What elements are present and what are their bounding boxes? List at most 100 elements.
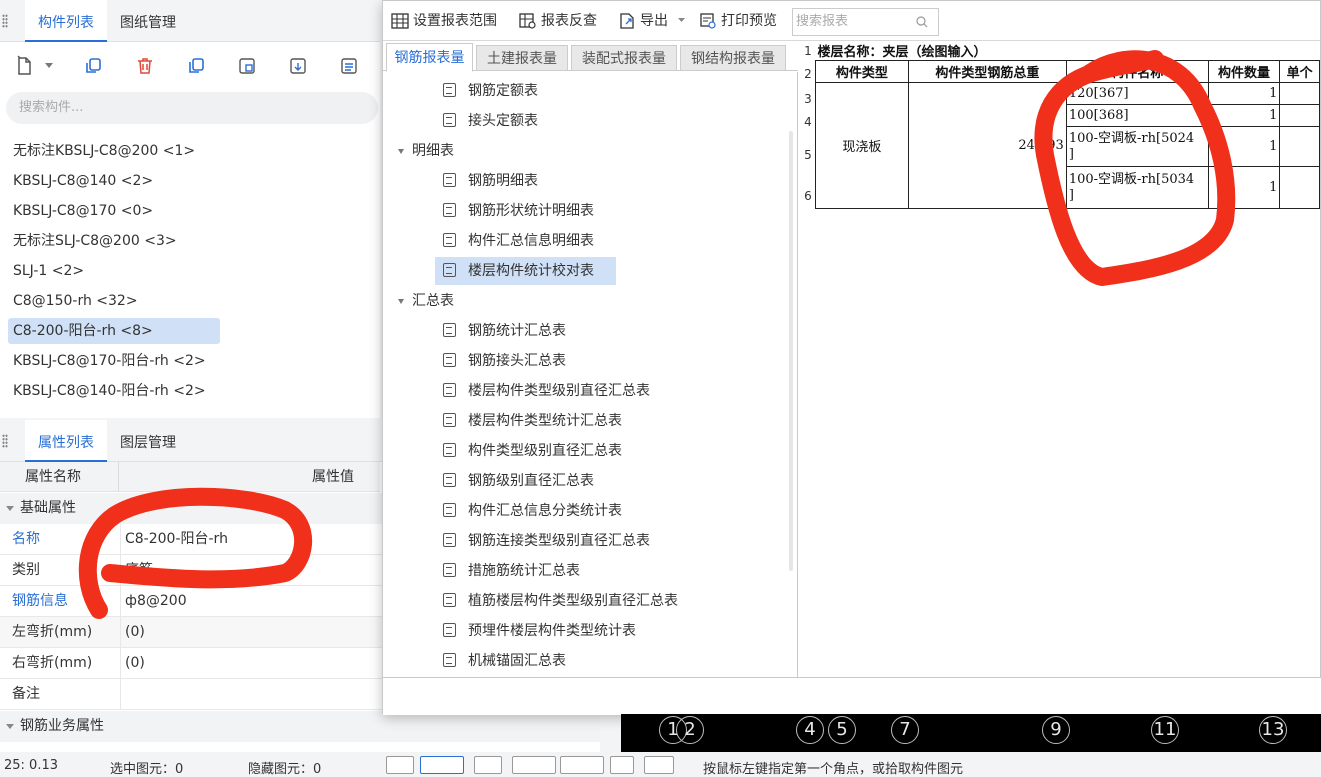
tree-item[interactable]: 预埋件楼层构件类型统计表 — [435, 617, 658, 645]
axis-label: 5 — [828, 716, 856, 744]
tree-item[interactable]: 接头定额表 — [435, 107, 560, 135]
tree-item-label: 汇总表 — [412, 293, 454, 309]
property-key: 备注 — [12, 686, 40, 702]
new-component-icon[interactable] — [8, 52, 40, 80]
report-toolbar: 设置报表范围 报表反查 导出 打印预览 搜索报表 — [383, 1, 1320, 41]
status-hint: 按鼠标左键指定第一个角点，或拾取构件图元 — [703, 762, 964, 777]
tree-item-label: 钢筋统计汇总表 — [468, 323, 566, 339]
tree-group[interactable]: 明细表 — [398, 137, 454, 165]
properties-icon[interactable] — [333, 52, 365, 80]
tree-item[interactable]: 措施筋统计汇总表 — [435, 557, 602, 585]
cross-select-button[interactable] — [474, 756, 502, 774]
group-business-properties[interactable]: 钢筋业务属性 — [0, 711, 600, 742]
tab-civil-report[interactable]: 土建报表量 — [476, 45, 568, 71]
count-cell: 1 — [1207, 104, 1281, 127]
row-number: 1 — [804, 44, 812, 58]
table-range-icon — [391, 13, 409, 29]
dialog-footer — [383, 677, 1321, 715]
tree-item[interactable]: 钢筋统计汇总表 — [435, 317, 588, 345]
component-item[interactable]: C8@150-rh <32> — [8, 288, 143, 314]
tree-item[interactable]: 钢筋级别直径汇总表 — [435, 467, 616, 495]
table-search-icon — [519, 13, 536, 29]
tree-scrollbar[interactable] — [789, 131, 793, 571]
report-doc-icon — [443, 473, 456, 487]
tab-rebar-report[interactable]: 钢筋报表量 — [386, 43, 473, 72]
tab-component-list[interactable]: 构件列表 — [25, 0, 107, 42]
tree-item[interactable]: 楼层构件类型级别直径汇总表 — [435, 377, 672, 405]
drag-grip-icon[interactable] — [2, 434, 8, 448]
set-report-range-button[interactable]: 设置报表范围 — [391, 10, 497, 32]
drawing-canvas[interactable] — [621, 714, 1321, 752]
delete-icon[interactable] — [129, 52, 161, 80]
tab-steel-report[interactable]: 钢结构报表量 — [680, 45, 786, 71]
tree-item[interactable]: 构件汇总信息明细表 — [435, 227, 616, 255]
tab-layer-management[interactable]: 图层管理 — [120, 420, 176, 462]
component-search-input[interactable]: 搜索构件... — [6, 92, 378, 124]
component-item-selected[interactable]: C8-200-阳台-rh <8> — [8, 318, 220, 344]
print-preview-button[interactable]: 打印预览 — [699, 10, 777, 32]
tree-item[interactable]: 构件汇总信息分类统计表 — [435, 497, 644, 525]
tree-item[interactable]: 钢筋定额表 — [435, 77, 560, 105]
tree-item-selected[interactable]: 楼层构件统计校对表 — [435, 257, 616, 285]
property-value-header: 属性值 — [312, 469, 354, 485]
reverse-check-button[interactable]: 报表反查 — [519, 10, 597, 32]
tree-item[interactable]: 钢筋连接类型级别直径汇总表 — [435, 527, 672, 555]
chevron-down-icon[interactable] — [398, 148, 404, 154]
tree-group[interactable]: 汇总表 — [398, 287, 454, 315]
dynamic-input-button[interactable] — [644, 756, 674, 774]
tree-item[interactable]: 植筋楼层构件类型级别直径汇总表 — [435, 587, 700, 615]
component-item[interactable]: KBSLJ-C8@170-阳台-rh <2> — [8, 348, 211, 374]
component-item[interactable]: KBSLJ-C8@170 <0> — [8, 198, 158, 224]
tab-property-list[interactable]: 属性列表 — [25, 420, 107, 462]
tab-prefab-report[interactable]: 装配式报表量 — [571, 45, 677, 71]
drag-grip-icon[interactable] — [2, 14, 8, 28]
print-preview-icon — [700, 13, 716, 29]
tree-item[interactable]: 钢筋形状统计明细表 — [435, 197, 616, 225]
tree-item[interactable]: 钢筋接头汇总表 — [435, 347, 588, 375]
header-cell: 构件类型 — [815, 60, 909, 83]
row-number: 6 — [804, 189, 812, 203]
import-component-icon[interactable] — [282, 52, 314, 80]
empty-cell — [1279, 104, 1320, 127]
report-doc-icon — [443, 593, 456, 607]
duplicate-icon[interactable] — [180, 52, 212, 80]
axis-label: 2 — [676, 716, 704, 744]
report-doc-icon — [443, 83, 456, 97]
property-key: 右弯折(mm) — [12, 655, 93, 671]
axis-label: 13 — [1259, 716, 1287, 744]
tree-item[interactable]: 钢筋明细表 — [435, 167, 560, 195]
reverse-check-label: 报表反查 — [541, 13, 597, 29]
snap-button[interactable] — [512, 756, 556, 774]
property-key: 名称 — [12, 531, 40, 547]
ortho-toggle-button[interactable] — [386, 756, 414, 774]
copy-to-floor-icon[interactable] — [231, 52, 263, 80]
layer-button[interactable] — [610, 756, 634, 774]
component-item[interactable]: 无标注SLJ-C8@200 <3> — [8, 228, 182, 254]
component-panel: 构件列表 图纸管理 搜索构件... 无标注KBSLJ-C8@200 <1> KB… — [0, 0, 380, 418]
name-cell: 100-空调板-rh[5034 ] — [1065, 166, 1209, 209]
tree-item-label: 钢筋形状统计明细表 — [468, 203, 594, 219]
select-mode-button[interactable] — [420, 756, 464, 774]
export-icon — [620, 13, 634, 29]
property-key: 左弯折(mm) — [12, 624, 93, 640]
axis-label: 7 — [891, 716, 919, 744]
component-item[interactable]: KBSLJ-C8@140 <2> — [8, 168, 158, 194]
new-dropdown-icon[interactable] — [42, 52, 56, 80]
component-item[interactable]: KBSLJ-C8@140-阳台-rh <2> — [8, 378, 211, 404]
tree-item-label: 接头定额表 — [468, 113, 538, 129]
osnap-button[interactable] — [560, 756, 604, 774]
tab-drawing-management[interactable]: 图纸管理 — [120, 0, 176, 42]
name-cell: 100-空调板-rh[5024 ] — [1065, 126, 1209, 167]
component-item[interactable]: 无标注KBSLJ-C8@200 <1> — [8, 138, 200, 164]
component-item[interactable]: SLJ-1 <2> — [8, 258, 89, 284]
export-label: 导出 — [640, 13, 668, 29]
row-number: 3 — [804, 92, 812, 106]
tree-item[interactable]: 机械锚固汇总表 — [435, 647, 588, 675]
report-search-input[interactable]: 搜索报表 — [792, 8, 939, 36]
chevron-down-icon[interactable] — [398, 298, 404, 304]
tree-item[interactable]: 楼层构件类型统计汇总表 — [435, 407, 644, 435]
export-button[interactable]: 导出 — [618, 10, 686, 32]
report-doc-icon — [443, 623, 456, 637]
tree-item[interactable]: 构件类型级别直径汇总表 — [435, 437, 644, 465]
copy-icon[interactable] — [77, 52, 109, 80]
